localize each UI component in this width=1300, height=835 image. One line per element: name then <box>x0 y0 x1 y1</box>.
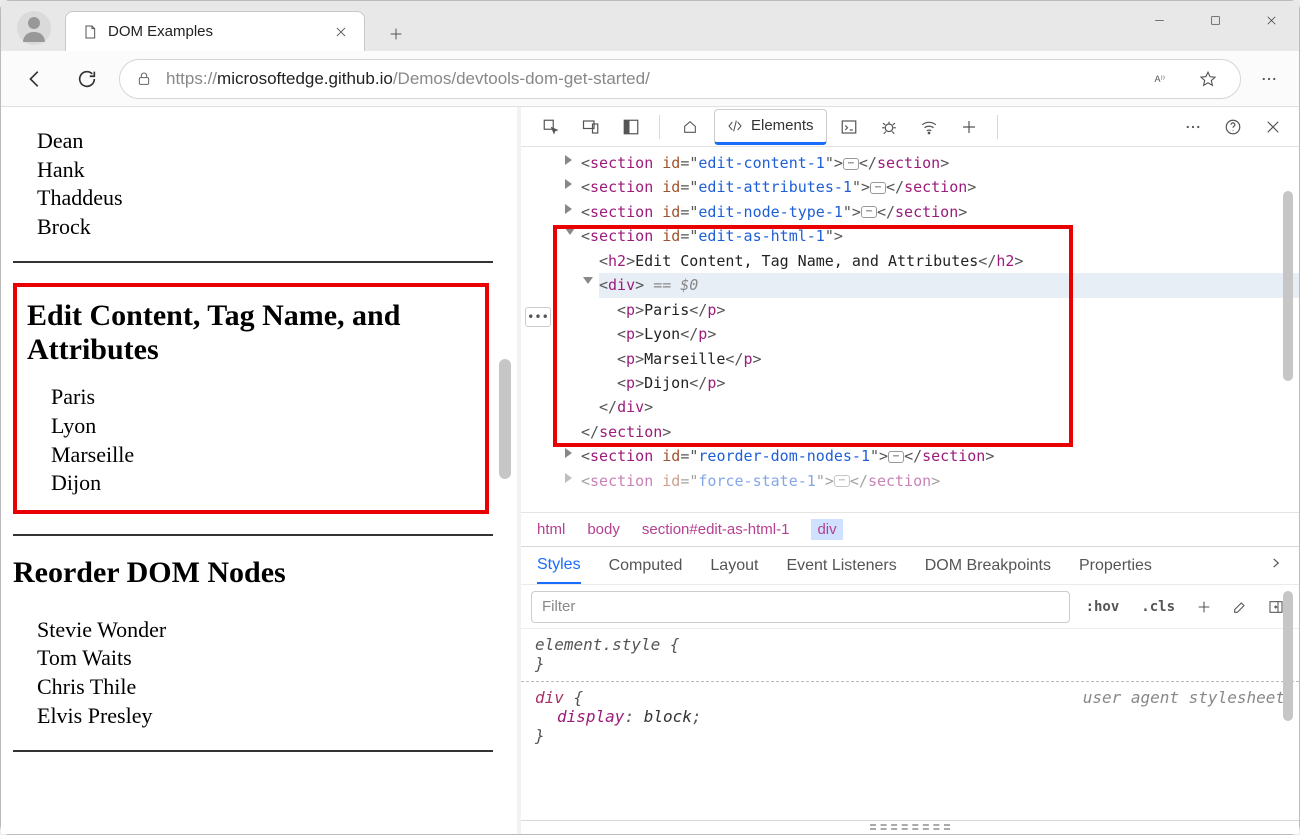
list-item: Elvis Presley <box>37 702 493 731</box>
crumb-item[interactable]: html <box>537 521 565 538</box>
settings-menu-icon[interactable] <box>1253 63 1285 95</box>
crumb-item-selected[interactable]: div <box>811 519 842 540</box>
main-split: Dean Hank Thaddeus Brock Edit Content, T… <box>1 107 1299 834</box>
inspect-icon[interactable] <box>533 109 569 145</box>
devtools-toolbar: Elements <box>521 107 1299 147</box>
devtools-pane: Elements <section id="edit-content-1"></… <box>521 107 1299 834</box>
lock-icon <box>136 71 152 87</box>
divider <box>13 750 493 752</box>
styles-tab-computed[interactable]: Computed <box>609 557 683 575</box>
bug-icon[interactable] <box>871 109 907 145</box>
read-aloud-icon[interactable]: A⁾⁾ <box>1146 63 1178 95</box>
brush-icon[interactable] <box>1227 594 1253 620</box>
highlighted-section: Edit Content, Tag Name, and Attributes P… <box>13 283 489 513</box>
styles-scrollbar[interactable] <box>1281 585 1297 820</box>
divider <box>13 261 493 263</box>
styles-tabs: Styles Computed Layout Event Listeners D… <box>521 547 1299 585</box>
more-actions-icon[interactable] <box>1175 109 1211 145</box>
window-controls <box>1131 1 1299 39</box>
console-icon[interactable] <box>831 109 867 145</box>
styles-tab-dombp[interactable]: DOM Breakpoints <box>925 557 1051 575</box>
styles-panel: Styles Computed Layout Event Listeners D… <box>521 546 1299 820</box>
list-item: Tom Waits <box>37 644 493 673</box>
list-item: Hank <box>37 156 493 185</box>
breadcrumb[interactable]: html body section#edit-as-html-1 div <box>521 512 1299 546</box>
page-icon <box>82 24 98 40</box>
row-actions-icon[interactable] <box>525 307 551 327</box>
svg-text:A⁾⁾: A⁾⁾ <box>1155 74 1165 84</box>
new-tab-button[interactable] <box>379 17 413 51</box>
styles-tab-events[interactable]: Event Listeners <box>786 557 896 575</box>
refresh-button[interactable] <box>67 59 107 99</box>
page-pane: Dean Hank Thaddeus Brock Edit Content, T… <box>1 107 521 834</box>
section-heading-edit: Edit Content, Tag Name, and Attributes <box>27 299 475 367</box>
crumb-item[interactable]: section#edit-as-html-1 <box>642 521 790 538</box>
list-item: Brock <box>37 213 493 242</box>
address-bar[interactable]: https://microsoftedge.github.io/Demos/de… <box>119 59 1241 99</box>
tab-title: DOM Examples <box>108 23 324 40</box>
elements-tab[interactable]: Elements <box>714 109 827 145</box>
minimize-button[interactable] <box>1131 1 1187 39</box>
list-item: Chris Thile <box>37 673 493 702</box>
help-icon[interactable] <box>1215 109 1251 145</box>
styles-filter-input[interactable] <box>531 591 1070 623</box>
list-item: Dean <box>37 127 493 156</box>
list-item: Paris <box>51 383 475 412</box>
drawer-handle[interactable] <box>521 820 1299 834</box>
maximize-button[interactable] <box>1187 1 1243 39</box>
styles-tab-props[interactable]: Properties <box>1079 557 1152 575</box>
network-icon[interactable] <box>911 109 947 145</box>
list-item: Lyon <box>51 412 475 441</box>
dom-tree[interactable]: <section id="edit-content-1"></section> … <box>521 147 1299 512</box>
tab-close-icon[interactable] <box>334 25 348 39</box>
elements-panel: <section id="edit-content-1"></section> … <box>521 147 1299 834</box>
styles-tab-styles[interactable]: Styles <box>537 547 581 584</box>
close-window-button[interactable] <box>1243 1 1299 39</box>
welcome-tab[interactable] <box>670 109 710 145</box>
back-button[interactable] <box>15 59 55 99</box>
list-item: Marseille <box>51 441 475 470</box>
close-devtools-icon[interactable] <box>1255 109 1291 145</box>
crumb-item[interactable]: body <box>587 521 620 538</box>
page-scrollbar[interactable] <box>497 107 515 834</box>
divider <box>13 534 493 536</box>
elements-tab-label: Elements <box>751 117 814 134</box>
browser-tab[interactable]: DOM Examples <box>65 11 365 51</box>
url-text: https://microsoftedge.github.io/Demos/de… <box>166 69 1132 89</box>
chevron-right-icon[interactable] <box>1269 556 1283 575</box>
browser-toolbar: https://microsoftedge.github.io/Demos/de… <box>1 51 1299 107</box>
favorite-icon[interactable] <box>1192 63 1224 95</box>
page-content: Dean Hank Thaddeus Brock Edit Content, T… <box>13 107 493 822</box>
dock-icon[interactable] <box>613 109 649 145</box>
device-icon[interactable] <box>573 109 609 145</box>
list-item: Stevie Wonder <box>37 616 493 645</box>
hov-button[interactable]: :hov <box>1080 599 1126 615</box>
user-agent-stylesheet-label: user agent stylesheet <box>1083 688 1285 707</box>
styles-rules[interactable]: element.style { } user agent stylesheet … <box>521 629 1299 820</box>
profile-avatar[interactable] <box>17 11 51 45</box>
cls-button[interactable]: .cls <box>1135 599 1181 615</box>
list-item: Thaddeus <box>37 184 493 213</box>
styles-filter-row: :hov .cls <box>521 585 1299 629</box>
styles-tab-layout[interactable]: Layout <box>710 557 758 575</box>
more-tabs-icon[interactable] <box>951 109 987 145</box>
section-heading-reorder: Reorder DOM Nodes <box>13 556 493 590</box>
list-item: Dijon <box>51 469 475 498</box>
title-bar: DOM Examples <box>1 1 1299 51</box>
new-style-rule-icon[interactable] <box>1191 594 1217 620</box>
